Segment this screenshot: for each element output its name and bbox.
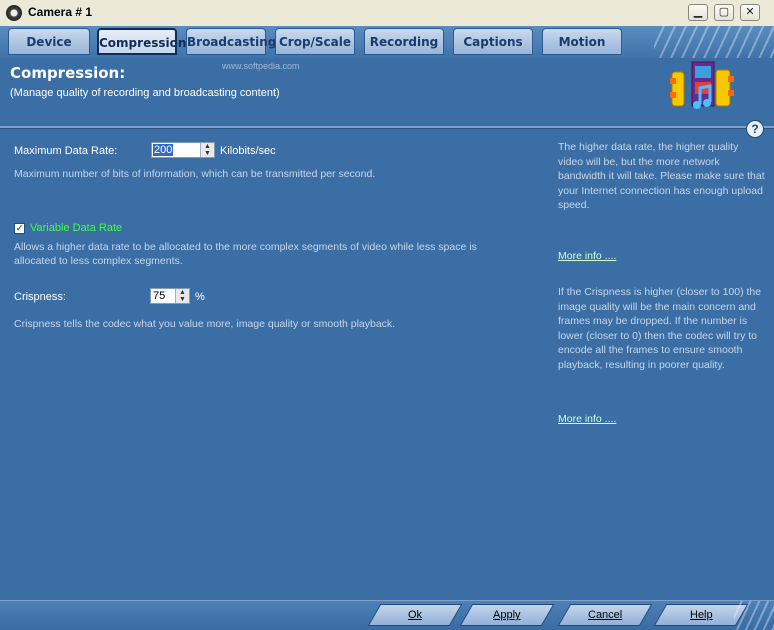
camera-icon: [6, 5, 22, 21]
footer-bar: Ok Apply Cancel Help: [0, 600, 774, 630]
camera-settings-window: Camera # 1 ▁ ▢ ✕ Device Compression Broa…: [0, 0, 774, 630]
apply-button[interactable]: Apply: [459, 604, 555, 626]
variable-rate-checkbox[interactable]: ✓: [14, 223, 25, 234]
rate-help-text: The higher data rate, the higher quality…: [558, 141, 765, 211]
minimize-button[interactable]: ▁: [688, 4, 708, 21]
max-rate-spinner[interactable]: 200 ▲ ▼: [151, 142, 215, 158]
close-button[interactable]: ✕: [740, 4, 760, 21]
watermark: www.softpedia.com: [222, 61, 300, 71]
max-rate-value[interactable]: 200: [153, 144, 174, 156]
tab-captions[interactable]: Captions: [453, 28, 533, 55]
decorative-stripes: [654, 26, 774, 58]
crispness-value[interactable]: 75: [152, 290, 166, 302]
spinner-arrows-icon[interactable]: ▲ ▼: [175, 289, 189, 303]
cancel-label: Cancel: [587, 609, 623, 621]
ok-button[interactable]: Ok: [367, 604, 463, 626]
more-info-link-1[interactable]: More info ....: [558, 250, 616, 262]
ok-label: Ok: [407, 609, 423, 621]
apply-label: Apply: [493, 609, 521, 621]
title-bar[interactable]: Camera # 1 ▁ ▢ ✕: [0, 0, 774, 27]
tab-motion[interactable]: Motion: [542, 28, 622, 55]
max-rate-label: Maximum Data Rate:: [14, 145, 118, 157]
crispness-unit: %: [195, 291, 205, 303]
crispness-help-text: If the Crispness is higher (closer to 10…: [558, 286, 762, 371]
header-separator: [0, 126, 774, 129]
page-subtitle: (Manage quality of recording and broadca…: [10, 87, 280, 99]
media-logo-icon: [670, 61, 734, 109]
tab-broadcasting[interactable]: Broadcasting: [186, 28, 276, 55]
tab-device[interactable]: Device: [8, 28, 90, 55]
maximize-button[interactable]: ▢: [714, 4, 734, 21]
tab-bar: Device Compression Broadcasting Crop/Sca…: [0, 26, 774, 58]
spinner-arrows-icon[interactable]: ▲ ▼: [200, 143, 214, 157]
cancel-button[interactable]: Cancel: [557, 604, 653, 626]
tab-compression[interactable]: Compression: [97, 28, 186, 55]
variable-rate-description: Allows a higher data rate to be allocate…: [14, 241, 477, 267]
help-label: Help: [689, 609, 713, 621]
max-rate-description: Maximum number of bits of information, w…: [14, 168, 376, 180]
variable-rate-label[interactable]: Variable Data Rate: [30, 222, 122, 234]
max-rate-unit: Kilobits/sec: [220, 145, 276, 157]
window-title: Camera # 1: [28, 5, 93, 19]
tab-recording[interactable]: Recording: [364, 28, 444, 55]
decorative-stripes: [734, 601, 774, 630]
crispness-description: Crispness tells the codec what you value…: [14, 318, 396, 330]
more-info-link-2[interactable]: More info ....: [558, 413, 616, 425]
page-title: Compression:: [10, 64, 126, 82]
help-icon[interactable]: ?: [746, 120, 764, 138]
crispness-spinner[interactable]: 75 ▲ ▼: [150, 288, 190, 304]
tab-crop-scale[interactable]: Crop/Scale: [275, 28, 355, 55]
crispness-label: Crispness:: [14, 291, 66, 303]
